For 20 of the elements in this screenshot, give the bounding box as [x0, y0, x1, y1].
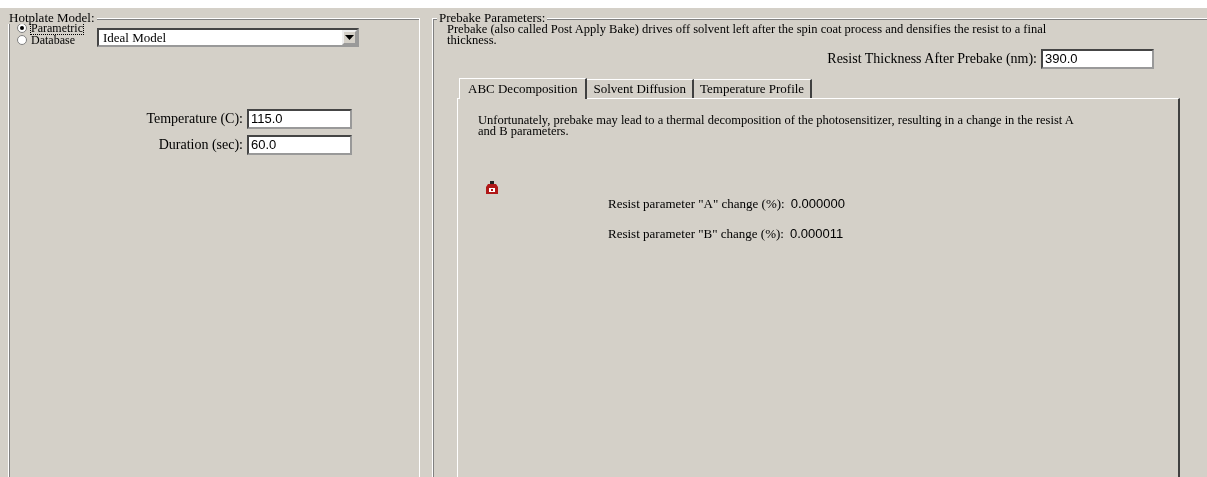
radio-option[interactable]: Database — [17, 34, 83, 46]
group-title: Hotplate Model: — [7, 12, 97, 24]
field-label: Temperature (C): — [146, 111, 243, 127]
input-field[interactable]: 60.0 — [247, 135, 352, 155]
result-label: Resist parameter "B" change (%): — [608, 226, 784, 242]
bottle-icon — [486, 181, 498, 194]
description-text: Prebake (also called Post Apply Bake) drives off solvent left after the spin coat process and densifies the resist to a final thickness. — [447, 24, 1048, 46]
field-label: Duration (sec): — [158, 137, 243, 153]
model-dropdown[interactable]: Ideal Model — [97, 28, 359, 47]
field-label: Resist Thickness After Prebake (nm): — [827, 51, 1037, 67]
result-value: 0.000000 — [790, 196, 845, 212]
tab[interactable]: ABC Decomposition — [459, 78, 588, 99]
input-field[interactable]: 115.0 — [247, 109, 352, 129]
group-title: Prebake Parameters: — [437, 12, 548, 24]
result-label: Resist parameter "A" change (%): — [608, 196, 785, 212]
tab[interactable]: Temperature Profile — [694, 79, 813, 98]
result-value: 0.000011 — [789, 226, 844, 242]
input-field[interactable]: 390.0 — [1041, 49, 1154, 69]
tab[interactable]: Solvent Diffusion — [587, 79, 694, 98]
note-text: Unfortunately, prebake may lead to a thermal decomposition of the photosensitizer, resulting in a change in the resist A and B parameters. — [478, 115, 1075, 137]
